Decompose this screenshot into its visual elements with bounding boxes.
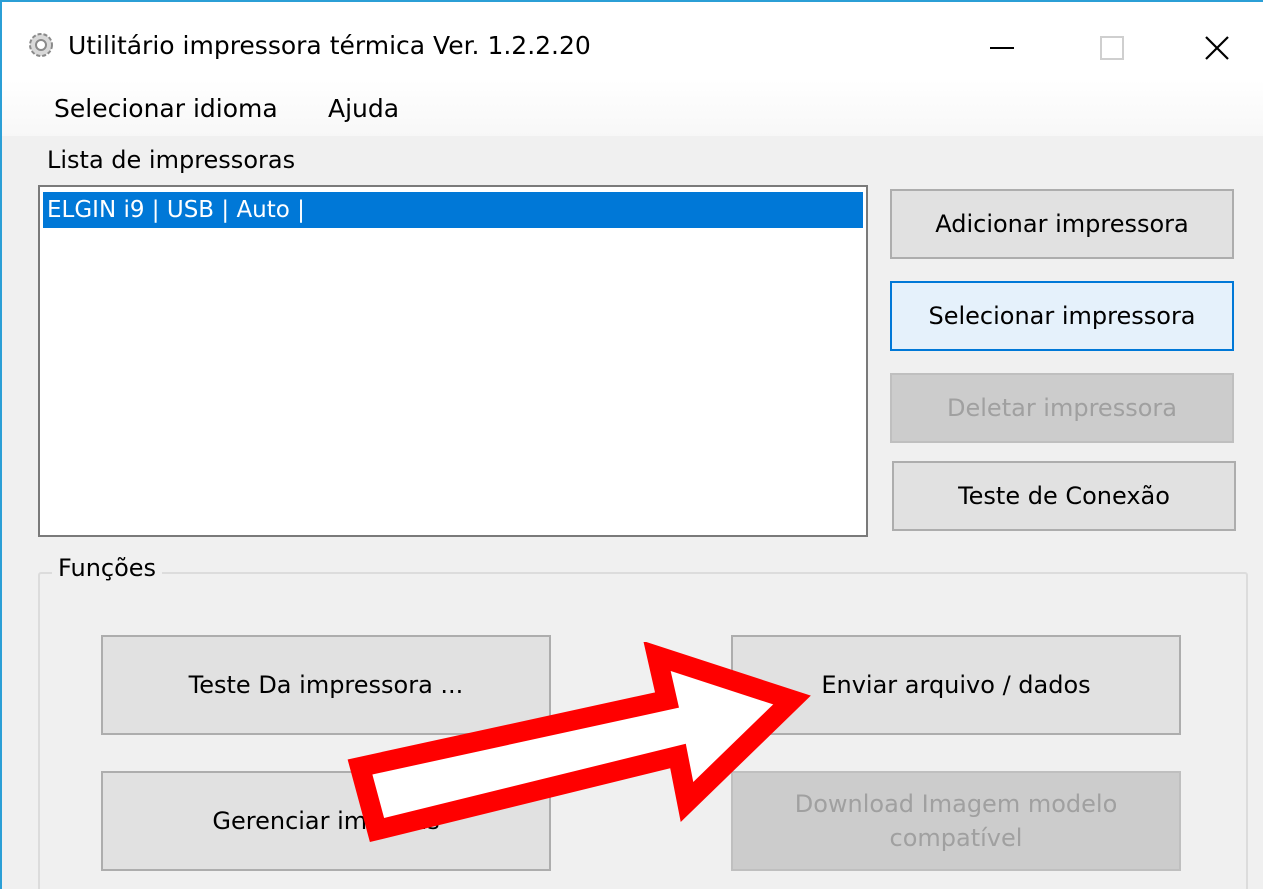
menu-help[interactable]: Ajuda	[328, 94, 399, 123]
maximize-icon	[1100, 36, 1124, 60]
manage-images-button[interactable]: Gerenciar imagens	[101, 771, 551, 871]
app-window: Utilitário impressora térmica Ver. 1.2.2…	[0, 0, 1263, 889]
printer-list-label: Lista de impressoras	[47, 146, 296, 174]
functions-group-label: Funções	[52, 554, 163, 582]
printer-list[interactable]: ELGIN i9 | USB | Auto |	[38, 185, 868, 537]
select-printer-button[interactable]: Selecionar impressora	[890, 281, 1234, 351]
menu-bar: Selecionar idioma Ajuda	[2, 80, 1263, 136]
maximize-button[interactable]	[1077, 20, 1147, 76]
connection-test-button[interactable]: Teste de Conexão	[892, 461, 1236, 531]
close-button[interactable]	[1182, 20, 1252, 76]
window-title: Utilitário impressora térmica Ver. 1.2.2…	[68, 31, 591, 60]
minimize-icon	[990, 47, 1014, 49]
title-bar[interactable]: Utilitário impressora térmica Ver. 1.2.2…	[2, 2, 1263, 80]
download-compatible-image-button[interactable]: Download Imagem modelo compatível	[731, 771, 1181, 871]
menu-select-language[interactable]: Selecionar idioma	[54, 94, 278, 123]
gear-icon	[29, 33, 53, 57]
download-button-line2: compatível	[889, 824, 1023, 852]
send-file-data-button[interactable]: Enviar arquivo / dados	[731, 635, 1181, 735]
test-printer-button[interactable]: Teste Da impressora ...	[101, 635, 551, 735]
printer-list-item[interactable]: ELGIN i9 | USB | Auto |	[43, 192, 863, 228]
add-printer-button[interactable]: Adicionar impressora	[890, 189, 1234, 259]
delete-printer-button[interactable]: Deletar impressora	[890, 373, 1234, 443]
download-button-line1: Download Imagem modelo	[794, 790, 1118, 818]
close-icon	[1205, 36, 1229, 60]
minimize-button[interactable]	[967, 20, 1037, 76]
